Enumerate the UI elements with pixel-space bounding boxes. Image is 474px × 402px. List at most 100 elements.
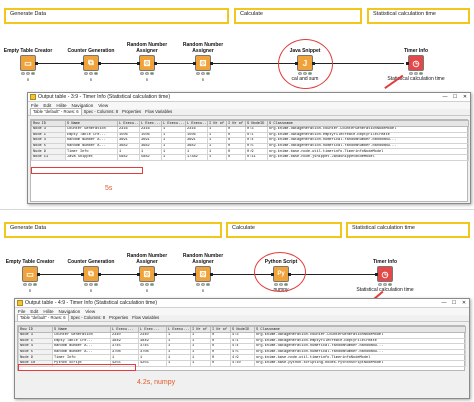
node-empty-table-creator[interactable]: Empty Table Creator ▭ n — [0, 40, 60, 82]
tab-spec[interactable]: Spec - Columns: 8 — [82, 109, 120, 115]
node-id: n — [201, 288, 205, 293]
row-id-cell: Node 11 — [31, 154, 66, 161]
node-label: Timer Info — [372, 259, 398, 265]
tab-properties[interactable]: Properties — [107, 315, 130, 321]
annotation-generate-data[interactable]: Generate Data — [4, 222, 222, 238]
table-row[interactable]: Node 11 Java Snippet 5882 5882 1 17382 1 0 0:11 o… — [31, 154, 469, 161]
annotation-label: Generate Data — [10, 225, 47, 231]
status-traffic-light — [20, 72, 36, 76]
table-cell: 1 — [190, 360, 211, 367]
table-cell: 0:11 — [245, 154, 268, 161]
status-traffic-light — [195, 72, 211, 76]
tab-properties[interactable]: Properties — [120, 109, 143, 115]
node-label: Random Number Assigner — [126, 253, 168, 265]
dice-icon[interactable]: ⚄ — [193, 266, 213, 282]
window-title-bar[interactable]: Output table - 4:9 - Timer Info (Statist… — [15, 299, 469, 308]
dice-icon[interactable]: ⚄ — [137, 55, 157, 71]
node-timer-info[interactable]: Timer Info ◷ Statistical calculation tim… — [381, 40, 451, 82]
node-random-number-assigner-2[interactable]: Random Number Assigner ⚄ n — [171, 40, 235, 82]
table-cell: 1 — [161, 154, 186, 161]
data-table[interactable]: Row ID S Name L Execu... L Exec... L Execu..… — [31, 120, 469, 161]
node-id: n — [89, 77, 93, 82]
table-cell: 0 — [210, 360, 231, 367]
annotation-statistical-time[interactable]: Statistical calculation time — [367, 8, 470, 24]
tab-flow-variables[interactable]: Flow Variables — [143, 109, 174, 115]
menu-bar: File Edit Hilite Navigation View — [28, 102, 470, 109]
status-traffic-light — [139, 283, 155, 287]
annotation-statistical-time[interactable]: Statistical calculation time — [346, 222, 470, 238]
counter-icon[interactable]: ⧉ — [81, 55, 101, 71]
node-label: Random Number Assigner — [182, 253, 224, 265]
highlight-row-box — [31, 167, 143, 174]
status-traffic-light — [195, 283, 211, 287]
table-cell: org.knime.base.node.jsnippet.JavaSnippet… — [267, 154, 469, 161]
window-icon — [30, 94, 36, 100]
annotation-label: Statistical calculation time — [373, 11, 436, 17]
node-random-number-assigner-1[interactable]: Random Number Assigner ⚄ n — [115, 40, 179, 82]
node-id: n — [89, 288, 93, 293]
timer-icon[interactable]: ◷ — [406, 55, 424, 71]
node-label: Empty Table Creator — [5, 259, 55, 265]
node-label: Empty Table Creator — [3, 48, 53, 54]
table-area[interactable]: Row ID S Name L Execu... L Exec... L Execu..… — [30, 119, 469, 202]
tab-flow-variables[interactable]: Flow Variables — [130, 315, 161, 321]
tab-table[interactable]: Table "default" - Rows: 6 — [17, 314, 69, 321]
node-timer-info[interactable]: Timer Info ◷ Statistical calculation tim… — [350, 251, 420, 293]
annotation-label: Statistical calculation time — [352, 225, 415, 231]
status-traffic-light — [22, 283, 38, 287]
node-empty-table-creator[interactable]: Empty Table Creator ▭ n — [0, 251, 62, 293]
menu-view[interactable]: View — [98, 103, 108, 108]
counter-icon[interactable]: ⧉ — [81, 266, 101, 282]
table-icon[interactable]: ▭ — [22, 266, 40, 282]
maximize-button[interactable]: ☐ — [450, 94, 460, 100]
annotation-generate-data[interactable]: Generate Data — [4, 8, 229, 24]
tab-table[interactable]: Table "default" - Rows: 6 — [30, 108, 82, 115]
node-id: n — [145, 77, 149, 82]
node-comment: Statistical calculation time — [387, 76, 445, 82]
node-counter-generation[interactable]: Counter Generation ⧉ n — [59, 40, 123, 82]
node-random-number-assigner-2[interactable]: Random Number Assigner ⚄ n — [171, 251, 235, 293]
node-counter-generation[interactable]: Counter Generation ⧉ n — [59, 251, 123, 293]
menu-view[interactable]: View — [85, 309, 95, 314]
node-label: Timer Info — [403, 48, 429, 54]
table-cell: Java Snippet — [65, 154, 118, 161]
minimize-button[interactable]: — — [439, 300, 449, 306]
highlight-row-box — [18, 364, 136, 371]
table-icon[interactable]: ▭ — [20, 55, 38, 71]
tab-spec[interactable]: Spec - Columns: 8 — [69, 315, 107, 321]
node-comment: Statistical calculation time — [356, 287, 414, 293]
table-cell: 17382 — [185, 154, 208, 161]
output-table-window[interactable]: Output table - 3:9 - Timer Info (Statist… — [27, 92, 471, 204]
window-title-bar[interactable]: Output table - 3:9 - Timer Info (Statist… — [28, 93, 470, 102]
annotation-label: Calculate — [232, 225, 255, 231]
node-id: n — [145, 288, 149, 293]
table-cell: 4255 — [138, 360, 167, 367]
window-title: Output table - 3:9 - Timer Info (Statist… — [38, 94, 171, 100]
minimize-button[interactable]: — — [440, 94, 450, 100]
table-cell: org.knime.base.python.scripting.nodes.Py… — [254, 360, 466, 367]
node-id: n — [201, 77, 205, 82]
timer-icon[interactable]: ◷ — [375, 266, 393, 282]
node-id: n — [26, 77, 30, 82]
annotation-label: Calculate — [240, 11, 263, 17]
node-random-number-assigner-1[interactable]: Random Number Assigner ⚄ n — [115, 251, 179, 293]
close-button[interactable]: ✕ — [460, 94, 470, 100]
annotation-calculate[interactable]: Calculate — [234, 8, 362, 24]
dice-icon[interactable]: ⚄ — [193, 55, 213, 71]
status-traffic-light — [83, 283, 99, 287]
timing-note: 4.2s, numpy — [137, 379, 176, 386]
maximize-button[interactable]: ☐ — [449, 300, 459, 306]
table-cell: 1 — [207, 154, 227, 161]
table-cell: 4:10 — [230, 360, 255, 367]
node-label: Counter Generation — [67, 259, 115, 265]
highlight-circle — [254, 252, 306, 292]
table-cell: 5882 — [139, 154, 162, 161]
table-cell: 0 — [226, 154, 246, 161]
data-table[interactable]: Row ID S Name L Execu... L Exec... L Execu..… — [18, 326, 466, 367]
status-traffic-light — [139, 72, 155, 76]
window-title: Output table - 4:9 - Timer Info (Statist… — [25, 300, 158, 306]
close-button[interactable]: ✕ — [459, 300, 469, 306]
output-table-window[interactable]: Output table - 4:9 - Timer Info (Statist… — [14, 298, 470, 399]
dice-icon[interactable]: ⚄ — [137, 266, 157, 282]
annotation-calculate[interactable]: Calculate — [226, 222, 342, 238]
